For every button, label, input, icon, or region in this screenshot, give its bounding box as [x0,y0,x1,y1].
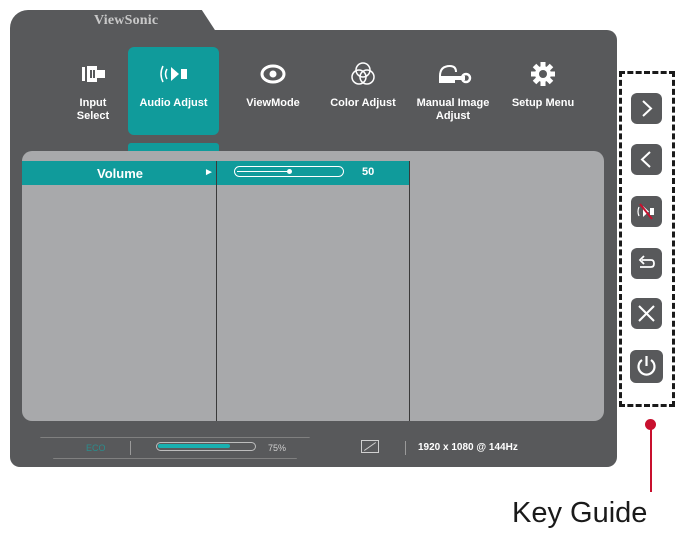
menu-item-setup-menu[interactable]: Setup Menu [498,47,588,137]
menu-label: Input Select [76,97,110,122]
brightness-bar-fill [158,444,230,448]
menu-label: Manual Image Adjust [416,97,490,122]
wrench-icon [439,64,472,84]
key-guide-label: Key Guide [512,497,648,529]
resolution-readout: 1920 x 1080 @ 144Hz [418,442,518,453]
return-icon [638,255,655,268]
gear-icon [531,62,555,86]
menu-item-viewmode[interactable]: ViewMode [228,47,318,137]
chevron-right-icon [642,100,653,117]
power-icon [637,356,656,376]
eco-mode-icon: ECO [86,443,106,453]
menu-label: Audio Adjust [139,97,208,109]
menu-item-audio-adjust[interactable]: Audio Adjust [128,47,219,135]
close-icon [638,305,655,322]
menu-label: ViewMode [246,97,300,109]
main-menu: Input Select Audio Adjust ViewMode Color… [48,47,588,139]
key-guide-callout-line [650,424,652,492]
color-circles-icon [351,62,375,85]
status-divider [405,441,406,455]
close-key[interactable] [631,298,662,329]
brightness-bar [156,442,256,451]
volume-label: Volume [97,166,143,181]
return-key[interactable] [631,248,662,279]
brand-logo: ViewSonic [94,13,159,28]
left-arrow-key[interactable] [631,144,662,175]
brightness-percent: 75% [268,443,287,453]
right-arrow-key[interactable] [631,93,662,124]
chevron-left-icon [640,151,651,168]
column-divider [409,161,410,421]
menu-item-color-adjust[interactable]: Color Adjust [318,47,408,137]
menu-item-manual-image-adjust[interactable]: Manual Image Adjust [408,47,498,137]
menu-label: Color Adjust [330,97,396,109]
status-divider [130,441,131,455]
mute-key[interactable] [631,196,662,227]
submenu-panel: Volume ► 50 [22,151,604,421]
input-select-icon [82,66,105,82]
menu-item-input-select[interactable]: Input Select [48,47,138,137]
volume-slider-knob[interactable] [286,169,292,174]
volume-slider[interactable] [234,166,344,177]
power-key[interactable] [630,350,663,383]
menu-label: Setup Menu [511,97,575,109]
column-divider [216,161,217,421]
submenu-arrow-icon: ► [204,167,214,178]
eye-icon [260,64,286,84]
volume-value: 50 [362,166,375,178]
volume-slider-fill [237,171,289,172]
mute-icon [637,203,654,220]
speaker-icon [159,65,187,83]
